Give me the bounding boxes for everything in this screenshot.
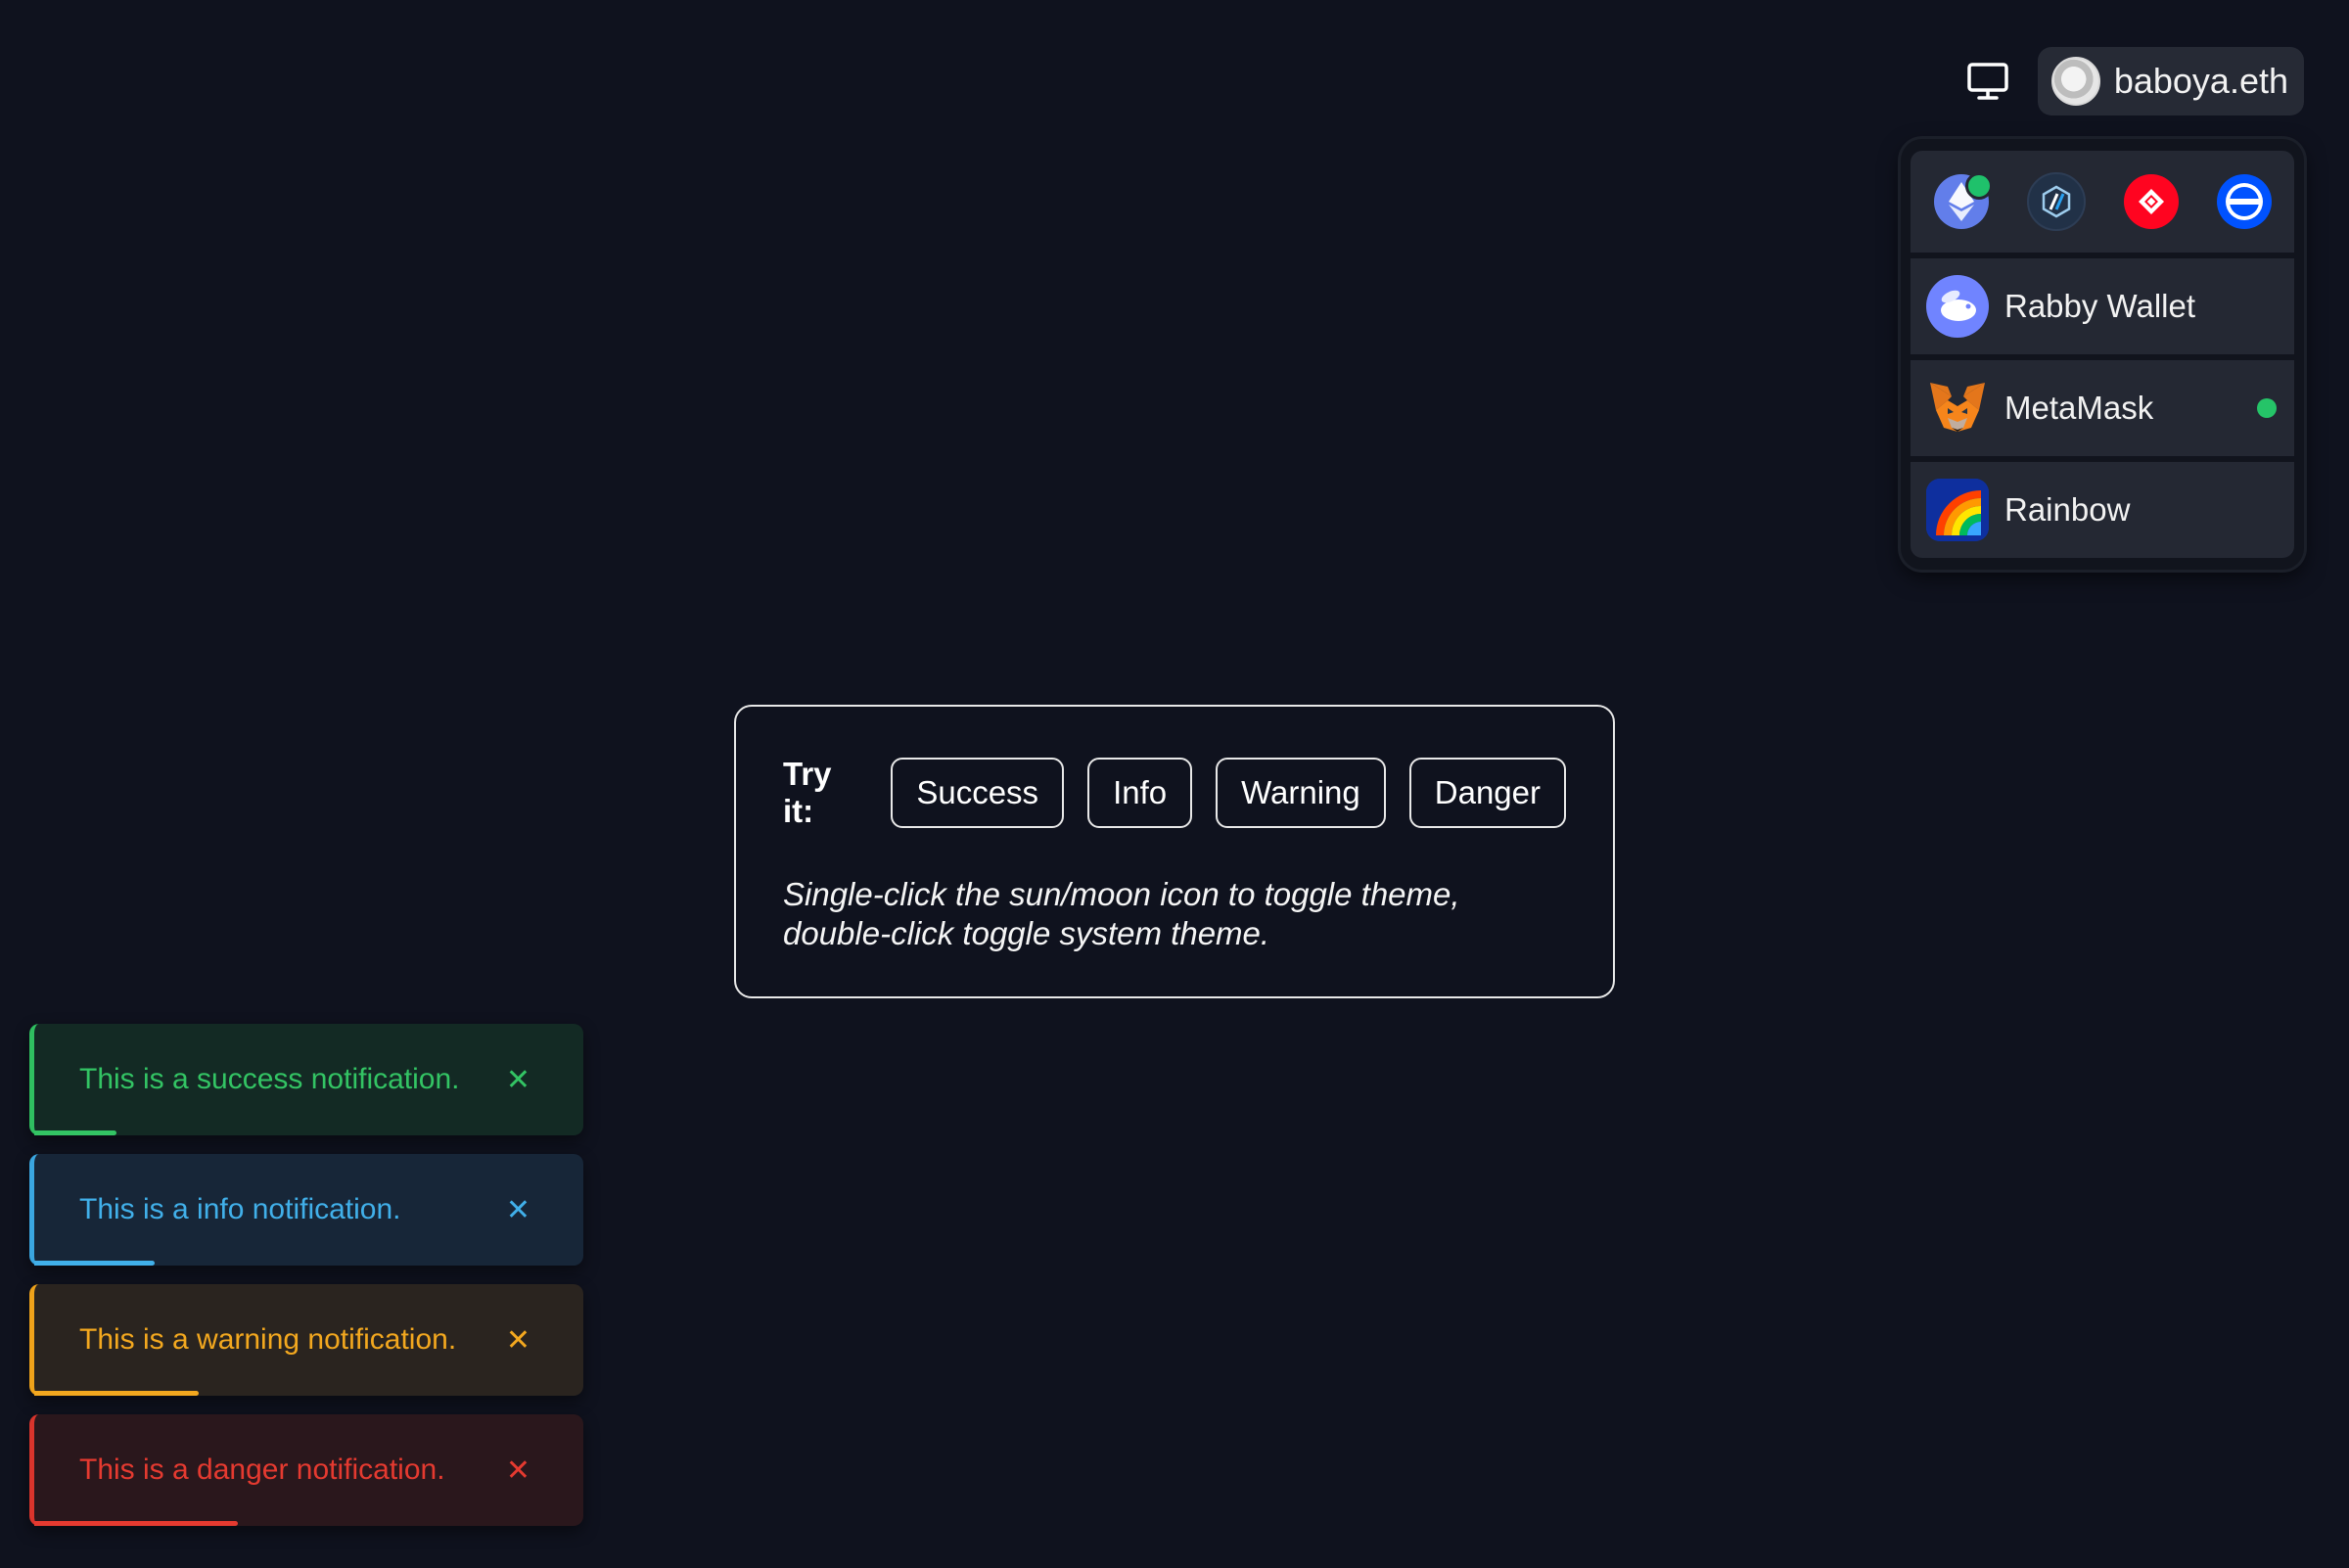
- top-bar: baboya.eth: [1961, 47, 2304, 115]
- close-icon[interactable]: ✕: [506, 1063, 530, 1097]
- rainbow-icon: [1926, 479, 1989, 541]
- toast-progress: [34, 1521, 238, 1526]
- toast-message: This is a danger notification.: [79, 1453, 445, 1486]
- warning-button[interactable]: Warning: [1216, 758, 1386, 828]
- metamask-icon: [1926, 377, 1989, 439]
- connected-indicator: [2257, 398, 2277, 418]
- active-chain-dot: [1964, 172, 1993, 200]
- optimism-icon[interactable]: [2123, 174, 2179, 229]
- toast-success: This is a success notification. ✕: [29, 1024, 583, 1135]
- wallet-label: Rainbow: [2004, 491, 2131, 528]
- base-icon[interactable]: [2216, 174, 2272, 229]
- toast-message: This is a warning notification.: [79, 1323, 457, 1356]
- close-icon[interactable]: ✕: [506, 1453, 530, 1488]
- wallet-panel: Rabby Wallet MetaMask Rainbow: [1901, 139, 2304, 570]
- rabby-icon: [1926, 275, 1989, 338]
- toast-stack: This is a success notification. ✕ This i…: [29, 1024, 583, 1526]
- toast-progress: [34, 1391, 200, 1396]
- account-button[interactable]: baboya.eth: [2037, 47, 2304, 115]
- toast-message: This is a success notification.: [79, 1063, 460, 1095]
- wallet-label: Rabby Wallet: [2004, 288, 2196, 324]
- chain-selector: [1911, 151, 2294, 253]
- account-name: baboya.eth: [2113, 61, 2288, 101]
- try-it-description: Single-click the sun/moon icon to toggle…: [783, 876, 1460, 951]
- try-it-panel: Try it: Success Info Warning Danger Sing…: [734, 705, 1615, 998]
- close-icon[interactable]: ✕: [506, 1193, 530, 1227]
- wallet-label: MetaMask: [2004, 390, 2154, 426]
- try-it-label: Try it:: [783, 756, 832, 829]
- toast-info: This is a info notification. ✕: [29, 1154, 583, 1266]
- toast-progress: [34, 1130, 117, 1135]
- danger-button[interactable]: Danger: [1408, 758, 1566, 828]
- ethereum-icon[interactable]: [1933, 172, 1993, 229]
- close-icon[interactable]: ✕: [506, 1323, 530, 1358]
- wallet-item-metamask[interactable]: MetaMask: [1911, 360, 2294, 456]
- wallet-item-rabby[interactable]: Rabby Wallet: [1911, 258, 2294, 354]
- monitor-icon[interactable]: [1961, 55, 2014, 108]
- arbitrum-icon[interactable]: [2026, 172, 2086, 231]
- success-button[interactable]: Success: [891, 758, 1065, 828]
- toast-message: This is a info notification.: [79, 1193, 401, 1225]
- info-button[interactable]: Info: [1087, 758, 1193, 828]
- toast-danger: This is a danger notification. ✕: [29, 1414, 583, 1526]
- toast-warning: This is a warning notification. ✕: [29, 1284, 583, 1396]
- avatar: [2050, 57, 2100, 106]
- wallet-item-rainbow[interactable]: Rainbow: [1911, 462, 2294, 558]
- toast-progress: [34, 1261, 156, 1266]
